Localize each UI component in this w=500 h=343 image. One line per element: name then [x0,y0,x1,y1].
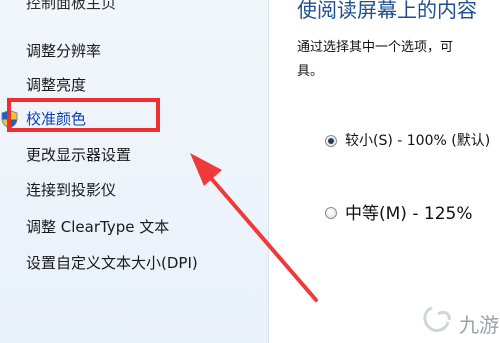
connect-to-projector-link[interactable]: 连接到投影仪 [26,179,116,200]
set-custom-text-size-link[interactable]: 设置自定义文本大小(DPI) [26,252,198,273]
change-display-settings-link[interactable]: 更改显示器设置 [26,144,131,165]
adjust-brightness-link[interactable]: 调整亮度 [26,74,86,95]
control-panel-home-link[interactable]: 控制面板主页 [26,0,116,13]
adjust-cleartype-text-link[interactable]: 调整 ClearType 文本 [26,216,169,237]
watermark-text: 九游 [459,313,499,337]
size-medium-label[interactable]: 中等(M) - 125% [345,199,472,224]
calibrate-color-highlight-box [7,98,160,132]
pane-divider [268,0,269,343]
adjust-resolution-link[interactable]: 调整分辨率 [26,40,101,61]
left-navigation-pane: 控制面板主页 调整分辨率 调整亮度 校准颜色 更改显示器设置 连接到投影仪 调整… [0,0,268,343]
page-title: 使阅读屏幕上的内容 [297,0,477,22]
size-smaller-label[interactable]: 较小(S) - 100% (默认) [345,130,490,150]
size-medium-radio[interactable] [325,207,337,219]
size-smaller-radio[interactable] [325,135,337,147]
description-text: 通过选择其中一个选项，可 具。 [297,40,454,79]
page-description: 通过选择其中一个选项，可 具。 [297,36,500,84]
